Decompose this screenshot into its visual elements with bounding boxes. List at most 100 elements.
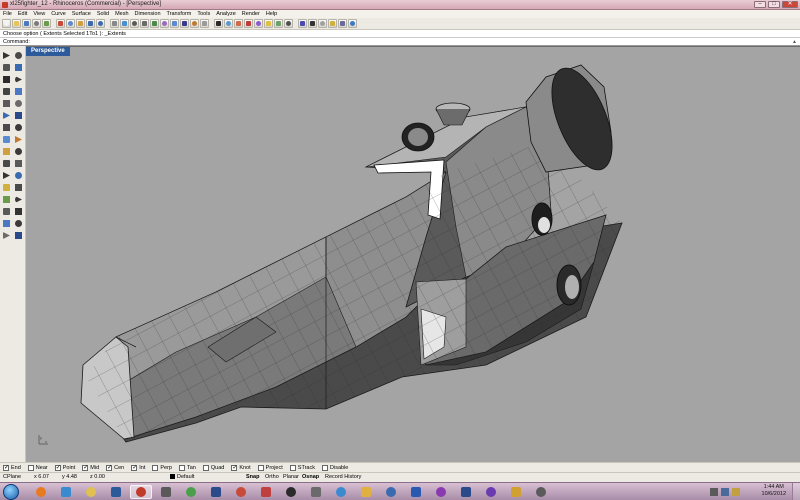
osnap-checkbox[interactable]: ✓ — [3, 464, 9, 471]
help-button[interactable] — [348, 19, 357, 28]
text-tool[interactable] — [13, 218, 24, 229]
offset-tool[interactable] — [13, 146, 24, 157]
osnap-quad[interactable]: Quad — [202, 464, 224, 471]
unity-taskbar-button[interactable] — [280, 485, 302, 499]
osnap-checkbox[interactable]: ✓ — [82, 464, 88, 471]
menu-transform[interactable]: Transform — [167, 11, 192, 17]
show-desktop-button[interactable] — [792, 483, 800, 500]
zoom-selected-button[interactable] — [160, 19, 169, 28]
options-button[interactable] — [338, 19, 347, 28]
maximize-button[interactable]: □ — [768, 1, 780, 8]
osnap-mid[interactable]: ✓ Mid — [82, 464, 99, 471]
open-file-button[interactable] — [12, 19, 21, 28]
print-button[interactable] — [32, 19, 41, 28]
copy-object-tool[interactable] — [13, 182, 24, 193]
osnap-checkbox[interactable]: ✓ — [131, 464, 137, 471]
ps-taskbar-button[interactable] — [205, 485, 227, 499]
circle-tool[interactable] — [1, 74, 12, 85]
ie-taskbar-button[interactable] — [55, 485, 77, 499]
redo-button[interactable] — [96, 19, 105, 28]
start-button[interactable] — [3, 484, 19, 500]
osnap-toggle[interactable]: Osnap — [302, 473, 319, 482]
polygon-tool[interactable] — [1, 98, 12, 109]
shaded-button[interactable] — [224, 19, 233, 28]
photoshop-taskbar-button[interactable] — [105, 485, 127, 499]
menu-render[interactable]: Render — [242, 11, 260, 17]
layer-button[interactable] — [274, 19, 283, 28]
copy-button[interactable] — [66, 19, 75, 28]
planar-toggle[interactable]: Planar — [283, 473, 299, 482]
media-taskbar-button[interactable] — [155, 485, 177, 499]
command-history-toggle-icon[interactable]: ▲ — [792, 38, 797, 46]
osnap-tan[interactable]: Tan — [178, 464, 196, 471]
menu-tools[interactable]: Tools — [197, 11, 210, 17]
snap-toggle[interactable]: Snap — [246, 473, 259, 482]
set-cplane-button[interactable] — [190, 19, 199, 28]
close-button[interactable]: ✕ — [782, 1, 798, 8]
menu-analyze[interactable]: Analyze — [216, 11, 236, 17]
system-clock[interactable]: 1:44 AM 10/6/2012 — [762, 484, 786, 498]
array-tool[interactable] — [13, 206, 24, 217]
scale-tool[interactable] — [13, 194, 24, 205]
osnap-button[interactable] — [298, 19, 307, 28]
undo-view-button[interactable] — [170, 19, 179, 28]
point-tool[interactable] — [13, 50, 24, 61]
rhino-taskbar-button[interactable] — [130, 485, 152, 499]
tray-network-icon[interactable] — [721, 488, 729, 496]
osnap-near[interactable]: Near — [27, 464, 48, 471]
sphere-tool[interactable] — [13, 122, 24, 133]
lock-button[interactable] — [328, 19, 337, 28]
osnap-end[interactable]: ✓ End — [3, 464, 21, 471]
osnap-knot[interactable]: ✓ Knot — [231, 464, 251, 471]
zoom-extents-button[interactable] — [150, 19, 159, 28]
menu-curve[interactable]: Curve — [51, 11, 66, 17]
menu-view[interactable]: View — [33, 11, 45, 17]
select-arrow-tool[interactable] — [1, 50, 12, 61]
osnap-checkbox[interactable] — [27, 464, 34, 471]
select-button[interactable] — [308, 19, 317, 28]
tray-volume-icon[interactable] — [710, 488, 718, 496]
osnap-checkbox[interactable]: ✓ — [54, 464, 61, 471]
wireframe-button[interactable] — [214, 19, 223, 28]
sketchup-taskbar-button[interactable] — [255, 485, 277, 499]
analyze-tool[interactable] — [13, 230, 24, 241]
osnap-checkbox[interactable] — [178, 464, 185, 471]
folder-taskbar-button[interactable] — [355, 485, 377, 499]
surface-tool[interactable] — [1, 110, 12, 121]
osnap-checkbox[interactable] — [322, 464, 328, 471]
osnap-checkbox[interactable]: ✓ — [231, 464, 237, 471]
record-history-toggle[interactable]: Record History — [325, 473, 361, 482]
rendered-button[interactable] — [234, 19, 243, 28]
osnap-project[interactable]: Project — [257, 464, 283, 471]
undo-button[interactable] — [86, 19, 95, 28]
tool2-taskbar-button[interactable] — [530, 485, 552, 499]
layer-indicator[interactable]: Default — [170, 473, 194, 482]
menu-edit[interactable]: Edit — [18, 11, 27, 17]
trim-tool[interactable] — [1, 158, 12, 169]
save-button[interactable] — [22, 19, 31, 28]
ae-taskbar-button[interactable] — [480, 485, 502, 499]
rotate-view-button[interactable] — [120, 19, 129, 28]
osnap-checkbox[interactable] — [152, 464, 159, 471]
fillet-tool[interactable] — [1, 146, 12, 157]
material-button[interactable] — [254, 19, 263, 28]
join-tool[interactable] — [1, 170, 12, 181]
osnap-int[interactable]: ✓ Int — [131, 464, 145, 471]
osnap-strack[interactable]: STrack — [289, 464, 315, 471]
menu-solid[interactable]: Solid — [97, 11, 109, 17]
grid-button[interactable] — [200, 19, 209, 28]
mesh-tool[interactable] — [1, 134, 12, 145]
mirror-tool[interactable] — [1, 206, 12, 217]
ellipse-tool[interactable] — [1, 86, 12, 97]
menu-file[interactable]: File — [3, 11, 12, 17]
four-views-button[interactable] — [180, 19, 189, 28]
menu-dimension[interactable]: Dimension — [135, 11, 161, 17]
osnap-disable[interactable]: Disable — [322, 464, 348, 471]
new-file-button[interactable] — [2, 19, 11, 28]
explorer-taskbar-button[interactable] — [80, 485, 102, 499]
polyline-tool[interactable] — [1, 62, 12, 73]
rectangle-tool[interactable] — [13, 86, 24, 97]
osnap-checkbox[interactable] — [202, 464, 209, 471]
split-tool[interactable] — [13, 158, 24, 169]
curve-tool[interactable] — [13, 62, 24, 73]
